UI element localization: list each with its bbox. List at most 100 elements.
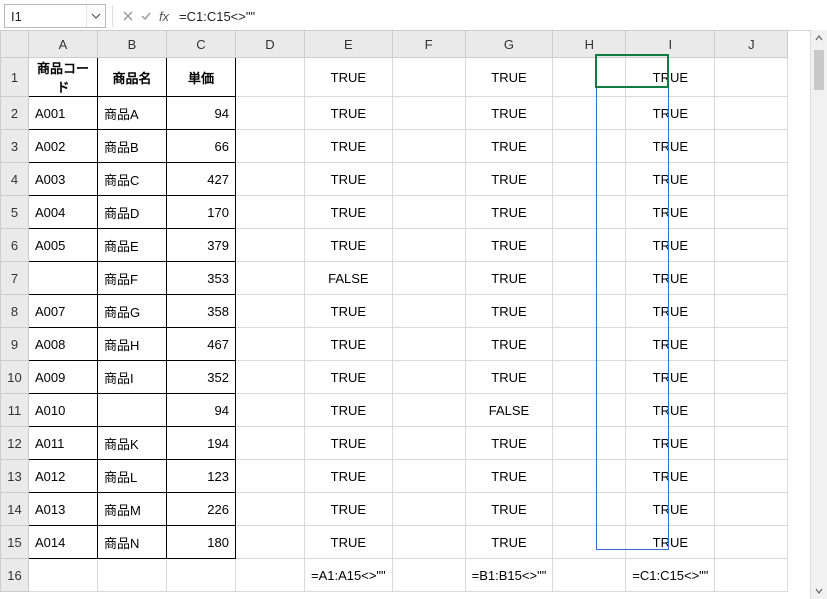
cell-J5[interactable]: [715, 196, 788, 229]
cell-B3[interactable]: 商品B: [98, 130, 167, 163]
cell-I1[interactable]: TRUE: [626, 58, 715, 97]
cell-D15[interactable]: [236, 526, 305, 559]
row-header[interactable]: 9: [1, 328, 29, 361]
cell-F9[interactable]: [392, 328, 465, 361]
cell-D16[interactable]: [236, 559, 305, 592]
cell-D13[interactable]: [236, 460, 305, 493]
cell-G16[interactable]: =B1:B15<>"": [465, 559, 553, 592]
cell-H1[interactable]: [553, 58, 626, 97]
cell-C2[interactable]: 94: [167, 97, 236, 130]
cell-H16[interactable]: [553, 559, 626, 592]
cell-B5[interactable]: 商品D: [98, 196, 167, 229]
cell-A13[interactable]: A012: [29, 460, 98, 493]
cell-H15[interactable]: [553, 526, 626, 559]
cell-E4[interactable]: TRUE: [305, 163, 393, 196]
cell-C8[interactable]: 358: [167, 295, 236, 328]
row-header[interactable]: 16: [1, 559, 29, 592]
cell-I4[interactable]: TRUE: [626, 163, 715, 196]
row-header[interactable]: 1: [1, 58, 29, 97]
cell-H8[interactable]: [553, 295, 626, 328]
cell-E14[interactable]: TRUE: [305, 493, 393, 526]
row-header[interactable]: 10: [1, 361, 29, 394]
cell-C15[interactable]: 180: [167, 526, 236, 559]
cell-I2[interactable]: TRUE: [626, 97, 715, 130]
cell-D7[interactable]: [236, 262, 305, 295]
cell-I5[interactable]: TRUE: [626, 196, 715, 229]
cell-E8[interactable]: TRUE: [305, 295, 393, 328]
cell-A5[interactable]: A004: [29, 196, 98, 229]
cell-C3[interactable]: 66: [167, 130, 236, 163]
cell-I15[interactable]: TRUE: [626, 526, 715, 559]
cell-E15[interactable]: TRUE: [305, 526, 393, 559]
cell-A16[interactable]: [29, 559, 98, 592]
cell-H3[interactable]: [553, 130, 626, 163]
cell-D6[interactable]: [236, 229, 305, 262]
cell-H12[interactable]: [553, 427, 626, 460]
cell-A8[interactable]: A007: [29, 295, 98, 328]
cell-J2[interactable]: [715, 97, 788, 130]
cell-A1[interactable]: 商品コード: [29, 58, 98, 97]
col-header-C[interactable]: C: [167, 31, 236, 58]
cell-I10[interactable]: TRUE: [626, 361, 715, 394]
cell-I11[interactable]: TRUE: [626, 394, 715, 427]
row-header[interactable]: 4: [1, 163, 29, 196]
scrollbar-thumb[interactable]: [814, 50, 824, 90]
cell-I12[interactable]: TRUE: [626, 427, 715, 460]
cell-A12[interactable]: A011: [29, 427, 98, 460]
cell-F14[interactable]: [392, 493, 465, 526]
cell-G13[interactable]: TRUE: [465, 460, 553, 493]
cell-J10[interactable]: [715, 361, 788, 394]
cell-D4[interactable]: [236, 163, 305, 196]
cell-C6[interactable]: 379: [167, 229, 236, 262]
cell-J11[interactable]: [715, 394, 788, 427]
col-header-H[interactable]: H: [553, 31, 626, 58]
cell-C10[interactable]: 352: [167, 361, 236, 394]
cell-B15[interactable]: 商品N: [98, 526, 167, 559]
insert-function-button[interactable]: fx: [155, 5, 173, 27]
cell-G1[interactable]: TRUE: [465, 58, 553, 97]
cell-F4[interactable]: [392, 163, 465, 196]
cell-D8[interactable]: [236, 295, 305, 328]
cell-G11[interactable]: FALSE: [465, 394, 553, 427]
cell-E12[interactable]: TRUE: [305, 427, 393, 460]
cell-E1[interactable]: TRUE: [305, 58, 393, 97]
cell-H4[interactable]: [553, 163, 626, 196]
cell-F5[interactable]: [392, 196, 465, 229]
cell-B4[interactable]: 商品C: [98, 163, 167, 196]
cell-E13[interactable]: TRUE: [305, 460, 393, 493]
row-header[interactable]: 6: [1, 229, 29, 262]
cell-I6[interactable]: TRUE: [626, 229, 715, 262]
cell-J13[interactable]: [715, 460, 788, 493]
cell-H7[interactable]: [553, 262, 626, 295]
cell-B14[interactable]: 商品M: [98, 493, 167, 526]
cell-E7[interactable]: FALSE: [305, 262, 393, 295]
cell-F7[interactable]: [392, 262, 465, 295]
cell-A14[interactable]: A013: [29, 493, 98, 526]
cell-E16[interactable]: =A1:A15<>"": [305, 559, 393, 592]
cell-F16[interactable]: [392, 559, 465, 592]
cell-D10[interactable]: [236, 361, 305, 394]
cell-B10[interactable]: 商品I: [98, 361, 167, 394]
cell-G6[interactable]: TRUE: [465, 229, 553, 262]
cell-E9[interactable]: TRUE: [305, 328, 393, 361]
cell-E2[interactable]: TRUE: [305, 97, 393, 130]
col-header-I[interactable]: I: [626, 31, 715, 58]
cell-J15[interactable]: [715, 526, 788, 559]
cell-F12[interactable]: [392, 427, 465, 460]
col-header-E[interactable]: E: [305, 31, 393, 58]
cell-A10[interactable]: A009: [29, 361, 98, 394]
cell-J14[interactable]: [715, 493, 788, 526]
col-header-F[interactable]: F: [392, 31, 465, 58]
cell-H14[interactable]: [553, 493, 626, 526]
cell-A9[interactable]: A008: [29, 328, 98, 361]
cell-I16[interactable]: =C1:C15<>"": [626, 559, 715, 592]
cell-F1[interactable]: [392, 58, 465, 97]
cell-E6[interactable]: TRUE: [305, 229, 393, 262]
accept-formula-button[interactable]: [137, 5, 155, 27]
cell-D11[interactable]: [236, 394, 305, 427]
cell-C5[interactable]: 170: [167, 196, 236, 229]
cell-H11[interactable]: [553, 394, 626, 427]
cell-A7[interactable]: [29, 262, 98, 295]
cell-G5[interactable]: TRUE: [465, 196, 553, 229]
cell-C9[interactable]: 467: [167, 328, 236, 361]
